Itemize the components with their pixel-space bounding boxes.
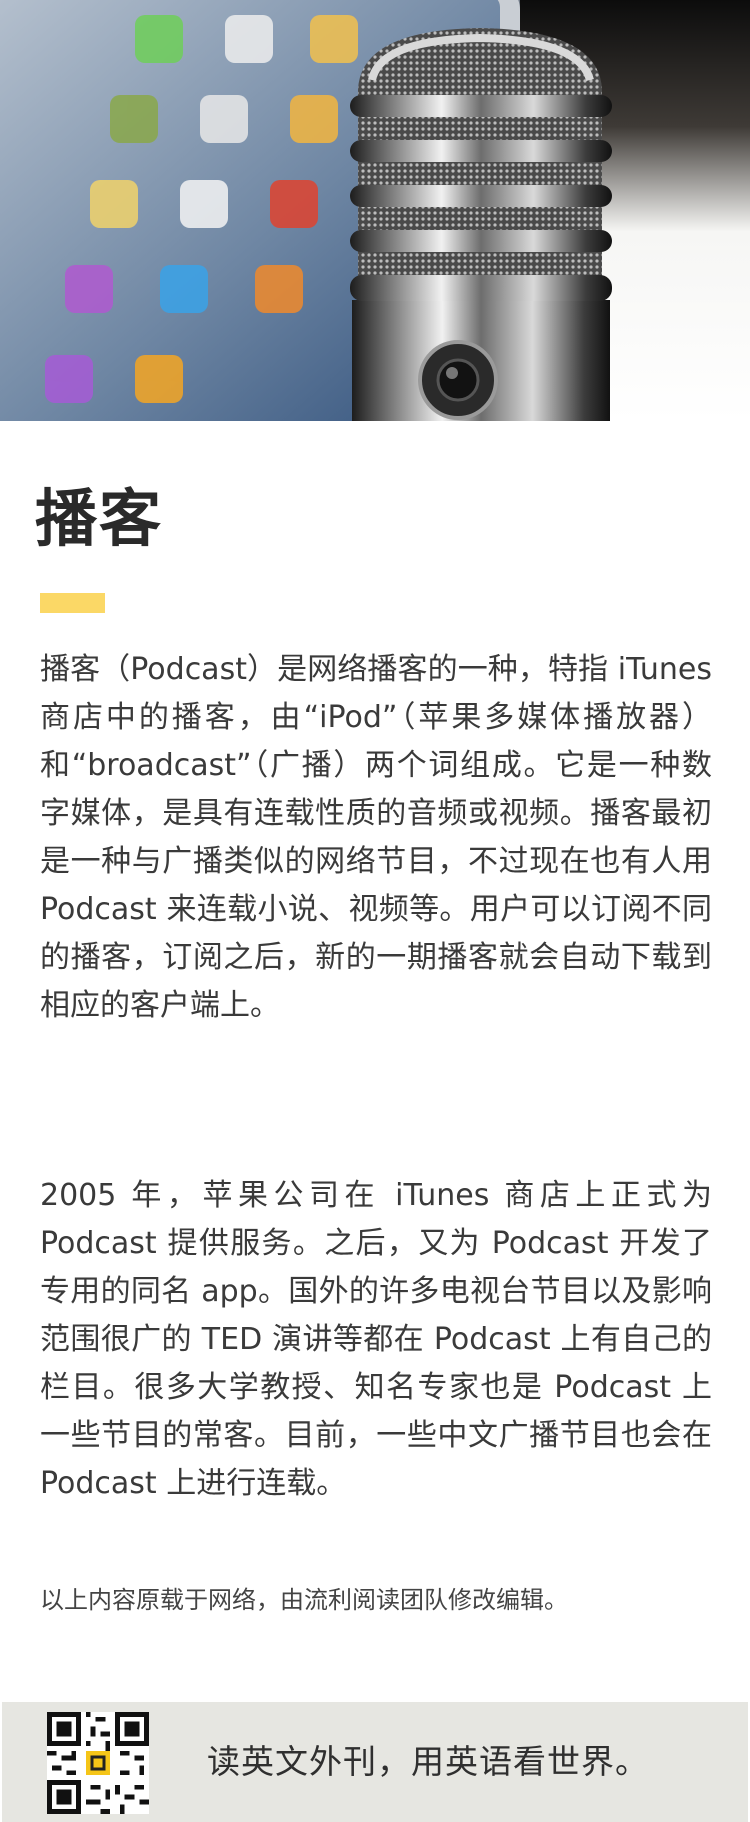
footer-slogan: 读英文外刊，用英语看世界。 — [207, 1742, 649, 1781]
qr-code-icon — [47, 1712, 149, 1814]
source-note: 以上内容原载于网络，由流利阅读团队修改编辑。 — [40, 1586, 568, 1614]
article-paragraph-1: 播客（Podcast）是网络播客的一种，特指 iTunes 商店中的播客，由“i… — [40, 652, 712, 1023]
title-accent-bar — [40, 593, 105, 613]
article-paragraph-2: 2005 年，苹果公司在 iTunes 商店上正式为 Podcast 提供服务。… — [40, 1178, 712, 1501]
qr-code[interactable] — [47, 1712, 149, 1814]
podcast-microphone-illustration — [0, 0, 750, 421]
article-title: 播客 — [35, 482, 164, 555]
hero-image — [0, 0, 750, 421]
footer-banner: 读英文外刊，用英语看世界。 — [2, 1702, 748, 1822]
